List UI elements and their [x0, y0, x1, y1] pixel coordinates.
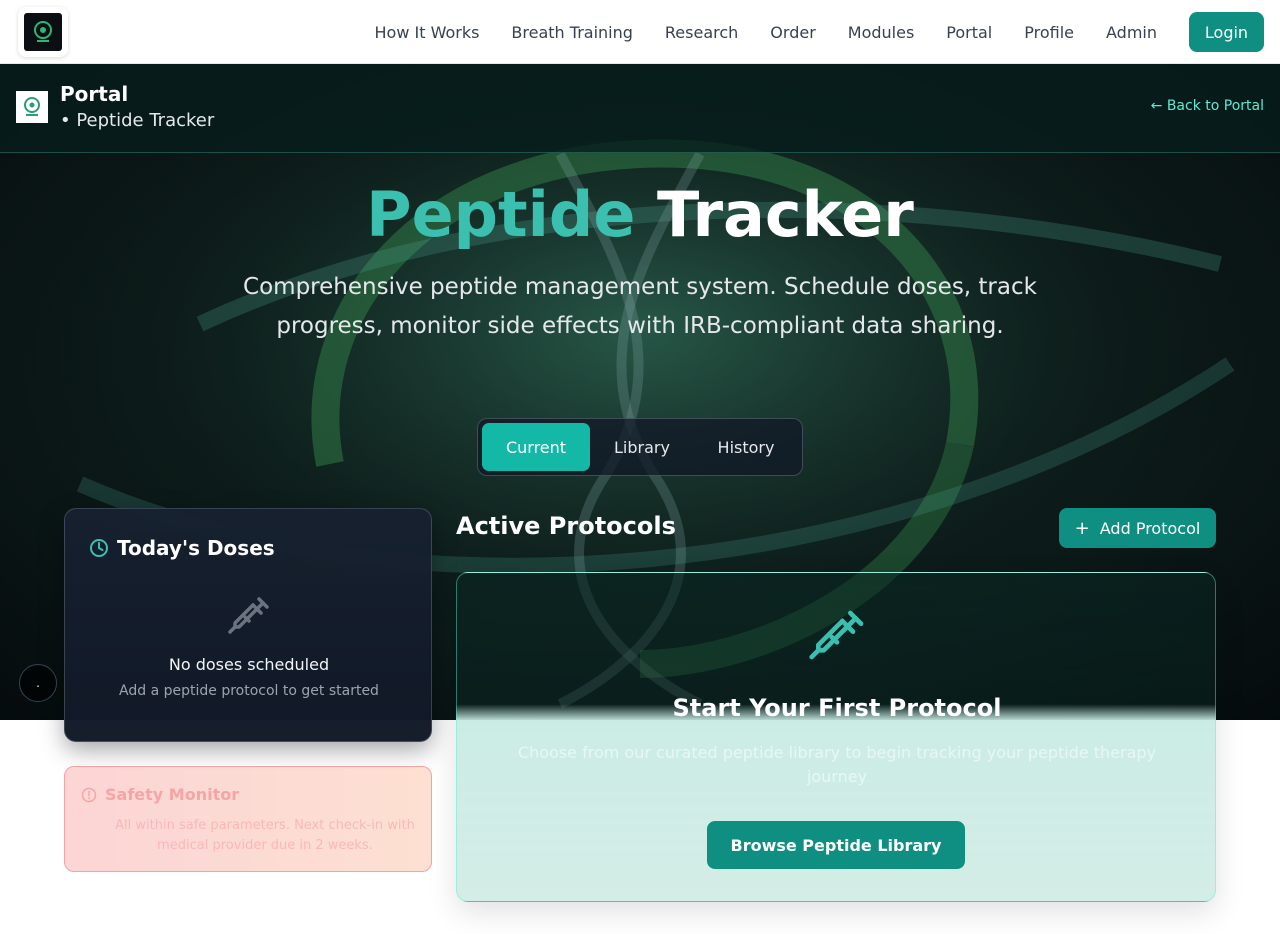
logo-icon	[34, 21, 52, 42]
tab-history[interactable]: History	[694, 423, 798, 471]
portal-logo-icon	[24, 97, 40, 116]
add-protocol-button[interactable]: + Add Protocol	[1059, 508, 1216, 548]
nav-link-research[interactable]: Research	[649, 23, 754, 42]
safety-monitor-card: Safety Monitor All within safe parameter…	[64, 766, 432, 872]
page-title: Peptide Tracker	[0, 178, 1280, 251]
add-protocol-label: Add Protocol	[1099, 518, 1201, 538]
nav-link-modules[interactable]: Modules	[832, 23, 931, 42]
safety-monitor-title: Safety Monitor	[105, 785, 240, 804]
portal-title: Portal	[60, 82, 129, 106]
no-doses-subtitle: Add a peptide protocol to get started	[119, 683, 379, 699]
nav-links: How It Works Breath Training Research Or…	[359, 0, 1174, 64]
no-doses-title: No doses scheduled	[168, 655, 330, 674]
first-protocol-description: Choose from our curated peptide library …	[517, 743, 1157, 786]
clock-icon	[90, 539, 108, 557]
todays-doses-card: Today's Doses No doses scheduled Add a p…	[64, 508, 432, 742]
portal-header: Portal • Peptide Tracker ← Back to Porta…	[0, 64, 1280, 153]
back-to-portal-link[interactable]: ← Back to Portal	[1151, 98, 1264, 114]
portal-subtitle: • Peptide Tracker	[60, 110, 215, 131]
view-tabs: Current Library History	[477, 418, 803, 476]
syringe-icon	[228, 597, 269, 634]
plus-icon: +	[1074, 517, 1090, 539]
tab-current[interactable]: Current	[482, 423, 590, 471]
page-title-accent: Peptide	[366, 178, 636, 251]
portal-logo	[16, 91, 48, 123]
syringe-icon	[809, 610, 864, 660]
todays-doses-header: Today's Doses	[89, 536, 275, 560]
logo-mark	[24, 13, 62, 51]
top-navigation: How It Works Breath Training Research Or…	[0, 0, 1280, 64]
nav-link-how-it-works[interactable]: How It Works	[359, 23, 496, 42]
site-logo[interactable]	[18, 7, 68, 57]
page-title-rest: Tracker	[656, 178, 914, 251]
nav-link-portal[interactable]: Portal	[930, 23, 1008, 42]
tab-library[interactable]: Library	[594, 423, 690, 471]
floating-action-button[interactable]: .	[19, 664, 57, 702]
safety-monitor-header: Safety Monitor	[81, 785, 239, 804]
nav-link-order[interactable]: Order	[754, 23, 831, 42]
login-button[interactable]: Login	[1189, 12, 1264, 52]
nav-link-profile[interactable]: Profile	[1008, 23, 1090, 42]
page-description: Comprehensive peptide management system.…	[243, 274, 1037, 339]
browse-library-button[interactable]: Browse Peptide Library	[707, 821, 965, 869]
alert-icon	[81, 787, 97, 802]
safety-monitor-text: All within safe parameters. Next check-i…	[115, 818, 415, 853]
nav-link-breath-training[interactable]: Breath Training	[495, 23, 648, 42]
nav-link-admin[interactable]: Admin	[1090, 23, 1173, 42]
active-protocols-title: Active Protocols	[456, 512, 676, 540]
first-protocol-card: Start Your First Protocol Choose from ou…	[456, 572, 1216, 902]
todays-doses-title: Today's Doses	[117, 536, 275, 560]
first-protocol-title: Start Your First Protocol	[672, 694, 1002, 722]
